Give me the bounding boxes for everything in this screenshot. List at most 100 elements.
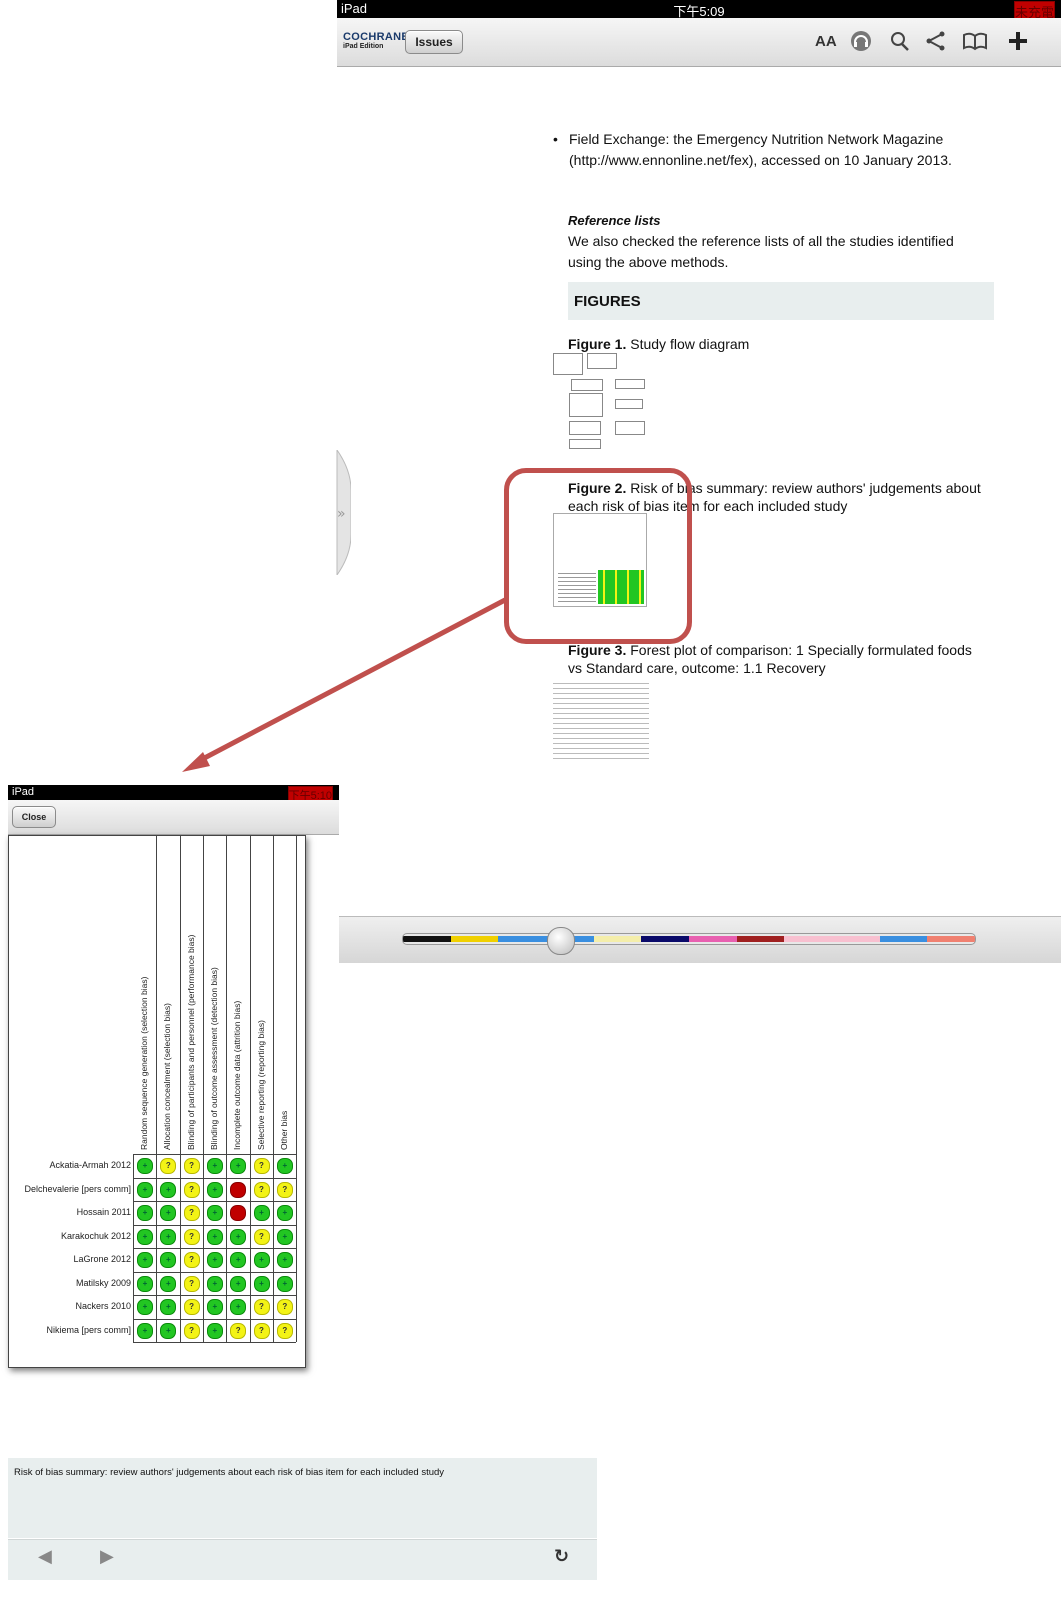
search-icon[interactable] (890, 30, 910, 58)
unclear-risk-mark: ? (253, 1228, 270, 1245)
figure-3-thumbnail[interactable] (553, 679, 649, 759)
paragraph: We also checked the reference lists of a… (568, 233, 954, 270)
unclear-risk-mark: ? (160, 1158, 177, 1174)
scrubber-segment (784, 936, 832, 942)
figure-label: Figure 3. (568, 642, 627, 658)
grid-line (226, 836, 228, 1342)
low-risk-mark: + (137, 1322, 153, 1339)
low-risk-mark: + (230, 1252, 247, 1268)
scrubber-knob[interactable] (547, 927, 575, 955)
low-risk-mark: + (276, 1228, 293, 1245)
scrubber-track[interactable] (402, 933, 976, 945)
caption-bar: Risk of bias summary: review authors' ju… (8, 1458, 597, 1538)
book-icon[interactable] (962, 30, 988, 58)
scrubber-segment (689, 936, 737, 942)
scrubber-segment (641, 936, 689, 942)
list-item: • Field Exchange: the Emergency Nutritio… (553, 129, 969, 171)
carrier-label: iPad (12, 786, 35, 798)
unclear-risk-mark: ? (183, 1205, 200, 1221)
high-risk-mark (230, 1181, 247, 1198)
unclear-risk-mark: ? (276, 1299, 293, 1315)
column-label: Random sequence generation (selection bi… (139, 976, 149, 1150)
study-label: Nackers 2010 (75, 1301, 131, 1311)
column-label: Blinding of participants and personnel (… (185, 934, 196, 1150)
low-risk-mark: + (206, 1181, 223, 1198)
study-label: Matilsky 2009 (75, 1277, 131, 1288)
figure-label: Figure 1. (568, 336, 627, 352)
issues-button[interactable]: Issues (405, 30, 463, 54)
low-risk-mark: + (137, 1275, 153, 1292)
low-risk-mark: + (206, 1322, 223, 1339)
low-risk-mark: + (206, 1205, 223, 1221)
unclear-risk-mark: ? (183, 1322, 200, 1339)
unclear-risk-mark: ? (276, 1322, 293, 1339)
viewer-nav-bar: ◀ ▶ ↻ (8, 1539, 597, 1580)
low-risk-mark: + (230, 1299, 247, 1315)
grid-line (133, 1224, 297, 1226)
low-risk-mark: + (160, 1275, 177, 1292)
grid-line (133, 1342, 297, 1343)
low-risk-mark: + (230, 1275, 247, 1292)
scrubber-segment (736, 936, 785, 942)
study-label: Karakochuk 2012 (60, 1230, 131, 1241)
unclear-risk-mark: ? (183, 1181, 200, 1198)
scrubber-segment (450, 936, 499, 942)
low-risk-mark: + (276, 1275, 293, 1292)
forward-icon[interactable]: ▶ (100, 1546, 114, 1567)
low-risk-mark: + (230, 1158, 247, 1174)
grid-line (272, 836, 274, 1342)
figures-heading-bar: FIGURES (568, 282, 994, 320)
grid-line (202, 836, 204, 1342)
grid-line (133, 1248, 297, 1249)
low-risk-mark: + (160, 1228, 177, 1245)
audio-icon[interactable] (849, 30, 873, 58)
column-label: Other bias (278, 1110, 289, 1150)
low-risk-mark: + (206, 1299, 223, 1315)
low-risk-mark: + (206, 1275, 223, 1292)
low-risk-mark: + (137, 1205, 153, 1221)
column-label: Selective reporting (reporting bias) (255, 1020, 266, 1150)
cochrane-logo: COCHRANE iPad Edition (343, 32, 409, 52)
highlight-box (504, 468, 692, 644)
study-label: Hossain 2011 (76, 1207, 131, 1217)
low-risk-mark: + (206, 1158, 223, 1174)
status-bar: iPad 下午5:10 (8, 785, 339, 804)
scrubber-segment (832, 936, 880, 942)
low-risk-mark: + (137, 1252, 153, 1268)
grid-line (133, 1295, 297, 1296)
figures-heading: FIGURES (574, 293, 641, 310)
add-icon[interactable] (1007, 30, 1029, 58)
close-button[interactable]: Close (12, 806, 56, 828)
low-risk-mark: + (137, 1158, 153, 1174)
bullet-text: Field Exchange: the Emergency Nutrition … (569, 131, 952, 168)
back-icon[interactable]: ◀ (38, 1546, 52, 1567)
unclear-risk-mark: ? (183, 1299, 200, 1315)
page-scrubber[interactable] (337, 916, 1061, 963)
unclear-risk-mark: ? (253, 1158, 270, 1174)
bullet-icon: • (553, 131, 558, 147)
figure-caption-text: Study flow diagram (630, 336, 750, 352)
logo-subtitle: iPad Edition (343, 43, 384, 50)
font-size-button[interactable]: AA (815, 33, 837, 50)
grid-line (133, 1271, 297, 1273)
grid-line (133, 1201, 297, 1202)
unclear-risk-mark: ? (183, 1228, 200, 1245)
share-icon[interactable] (925, 30, 947, 58)
article-content: • Field Exchange: the Emergency Nutritio… (337, 67, 1061, 947)
study-label: LaGrone 2012 (73, 1254, 131, 1264)
column-label: Allocation concealment (selection bias) (162, 1003, 173, 1150)
figure-caption-text: Forest plot of comparison: 1 Specially f… (568, 642, 972, 676)
low-risk-mark: + (276, 1252, 293, 1268)
column-label: Incomplete outcome data (attrition bias) (232, 1000, 243, 1150)
drawer-tab[interactable]: » (329, 450, 351, 575)
low-risk-mark: + (137, 1228, 153, 1245)
low-risk-mark: + (276, 1205, 293, 1221)
reload-icon[interactable]: ↻ (554, 1546, 569, 1567)
study-label: Ackatia-Armah 2012 (49, 1160, 131, 1170)
low-risk-mark: + (206, 1252, 223, 1268)
unclear-risk-mark: ? (183, 1275, 200, 1292)
viewer-toolbar: Close (8, 800, 339, 835)
figure-1-thumbnail[interactable] (553, 353, 649, 451)
grid-line (249, 836, 251, 1342)
unclear-risk-mark: ? (276, 1181, 293, 1198)
